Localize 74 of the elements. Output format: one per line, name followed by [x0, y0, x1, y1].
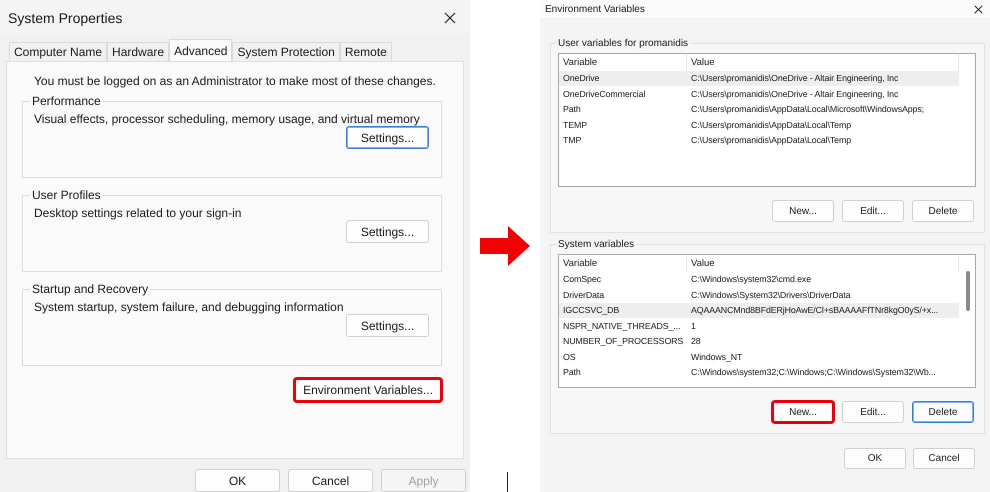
variable-value: C:\Users\promanidis\AppData\Local\Temp — [690, 120, 852, 130]
list-action-button[interactable]: Delete — [912, 200, 974, 222]
tab[interactable]: Computer Name — [9, 42, 108, 61]
variable-name: DriverData — [562, 290, 606, 300]
variable-name: OneDrive — [562, 73, 600, 84]
tab[interactable]: System Protection — [232, 42, 340, 61]
variable-row[interactable]: Path C:\Users\promanidis\AppData\Local\Microsoft\WindowsApps; — [559, 102, 959, 117]
list-action-button[interactable]: Edit... — [842, 401, 904, 423]
variable-name: Path — [562, 104, 582, 114]
variable-row[interactable]: OS Windows_NT — [559, 349, 959, 364]
arrow-icon — [480, 226, 530, 266]
group-description: System startup, system failure, and debugging information — [34, 300, 344, 314]
variable-row[interactable]: DriverData C:\Windows\System32\Drivers\DriverData — [559, 287, 959, 302]
tab[interactable]: Advanced — [169, 39, 232, 61]
list-action-button[interactable]: New... — [772, 200, 834, 222]
variable-row[interactable]: NUMBER_OF_PROCESSORS 28 — [559, 334, 959, 349]
variable-row[interactable]: OneDriveCommercial C:\Users\promanidis\OneDrive - Altair Engineering, Inc — [559, 86, 959, 102]
variable-value: 28 — [690, 336, 702, 346]
group-title: Startup and Recovery — [31, 282, 150, 296]
close-icon — [974, 4, 982, 14]
variable-name: OneDriveCommercial — [562, 88, 646, 99]
variable-value: Windows_NT — [690, 352, 744, 362]
variable-name: NUMBER_OF_PROCESSORS — [562, 336, 684, 346]
variable-name: OS — [562, 352, 577, 362]
variable-name: TMP — [562, 135, 582, 146]
column-header[interactable]: Variable — [559, 256, 687, 272]
variable-row[interactable]: OneDrive C:\Users\promanidis\OneDrive - Altair Engineering, Inc — [559, 70, 959, 86]
close-icon — [444, 12, 456, 24]
variable-name: NSPR_NATIVE_THREADS_... — [562, 320, 682, 331]
variable-value: C:\Users\promanidis\AppData\Local\Microsoft\WindowsApps; — [690, 104, 925, 114]
variable-value: C:\Users\promanidis\AppData\Local\Temp — [690, 135, 852, 146]
variable-value: AQAAANCMnd8BFdERjHoAwE/Cl+sBAAAAFfTNr8kgO0yS/+x... — [690, 305, 940, 316]
scrollbar-thumb[interactable] — [966, 271, 970, 311]
notice-text: You must be logged on as an Administrator to make most of these changes. — [34, 74, 437, 88]
variable-row[interactable]: TEMP C:\Users\promanidis\AppData\Local\Temp — [559, 117, 959, 132]
group-title: User Profiles — [31, 188, 102, 202]
group-description: Visual effects, processor scheduling, memory usage, and virtual memory — [34, 112, 421, 126]
window-title: Environment Variables — [545, 4, 645, 14]
list-action-button[interactable]: New... — [772, 401, 834, 423]
variable-name: IGCCSVC_DB — [562, 305, 620, 316]
variable-row[interactable]: NSPR_NATIVE_THREADS_... 1 — [559, 318, 959, 334]
column-header[interactable]: Value — [687, 256, 959, 272]
close-button[interactable] — [972, 3, 984, 15]
group-title: Performance — [31, 94, 102, 108]
variable-value: C:\Users\promanidis\OneDrive - Altair Engineering, Inc — [690, 73, 900, 84]
variable-name: Path — [562, 367, 582, 378]
variable-name: ComSpec — [562, 274, 602, 284]
settings-button[interactable]: Settings... — [346, 126, 429, 149]
variable-row[interactable]: Path C:\Windows\system32;C:\Windows;C:\Windows\System32\Wb... — [559, 364, 959, 380]
dialog-button[interactable]: OK — [844, 448, 906, 469]
variable-row[interactable]: IGCCSVC_DB AQAAANCMnd8BFdERjHoAwE/Cl+sBAAAAFfTNr8kgO0yS/+x... — [559, 302, 959, 318]
list-action-button[interactable]: Edit... — [842, 200, 904, 222]
group-title: User variables for promanidis — [557, 38, 690, 49]
dialog-button[interactable]: OK — [195, 469, 280, 492]
variable-value: C:\Windows\system32;C:\Windows;C:\Windows\System32\Wb... — [690, 367, 937, 378]
variable-name: TEMP — [562, 120, 588, 130]
settings-button[interactable]: Settings... — [346, 314, 429, 337]
group-title: System variables — [557, 239, 636, 250]
settings-button[interactable]: Settings... — [346, 220, 429, 243]
window-title: System Properties — [8, 10, 122, 26]
environment-variables-button[interactable]: Environment Variables... — [294, 378, 442, 402]
variable-value: C:\Windows\system32\cmd.exe — [690, 274, 812, 284]
tab[interactable]: Remote — [340, 42, 392, 61]
dialog-button[interactable]: Cancel — [913, 448, 975, 469]
group-description: Desktop settings related to your sign-in — [34, 206, 242, 220]
dialog-button[interactable]: Cancel — [288, 469, 373, 492]
variable-row[interactable]: ComSpec C:\Windows\system32\cmd.exe — [559, 272, 959, 287]
variable-value: C:\Users\promanidis\OneDrive - Altair Engineering, Inc — [690, 88, 900, 99]
tab[interactable]: Hardware — [107, 42, 170, 61]
close-button[interactable] — [442, 10, 458, 26]
variable-row[interactable]: TMP C:\Users\promanidis\AppData\Local\Temp — [559, 132, 959, 148]
variable-value: C:\Windows\System32\Drivers\DriverData — [690, 290, 852, 300]
list-action-button[interactable]: Delete — [912, 401, 974, 423]
variable-value: 1 — [690, 320, 697, 331]
